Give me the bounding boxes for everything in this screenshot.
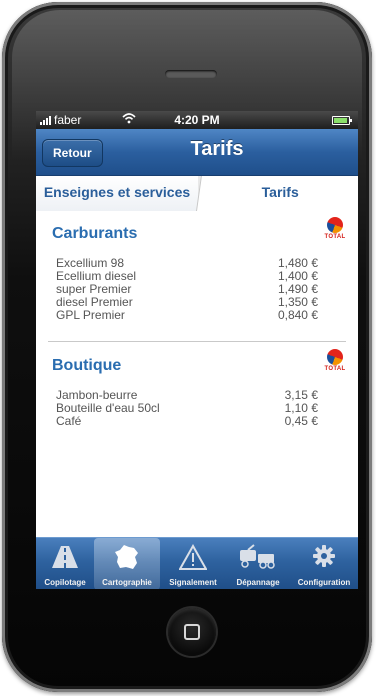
status-time: 4:20 PM bbox=[174, 113, 220, 127]
tab-tarifs[interactable]: Tarifs bbox=[196, 176, 358, 211]
tab-enseignes-et-services[interactable]: Enseignes et services bbox=[36, 176, 198, 213]
total-logo-icon bbox=[327, 349, 343, 365]
tow-truck-icon bbox=[238, 544, 278, 575]
road-icon bbox=[50, 544, 80, 573]
tab-configuration[interactable]: Configuration bbox=[290, 538, 358, 589]
section-title-boutique: Boutique bbox=[52, 357, 122, 374]
total-logo: TOTAL bbox=[322, 217, 348, 245]
warning-icon bbox=[178, 543, 208, 575]
tab-copilotage[interactable]: Copilotage bbox=[36, 538, 94, 589]
price-list-carburants: Excellium 98 1,480 € Ecellium diesel 1,4… bbox=[56, 257, 346, 322]
status-bar: faber 4:20 PM bbox=[36, 111, 358, 129]
tab-cartographie[interactable]: Cartographie bbox=[94, 538, 160, 589]
home-button[interactable] bbox=[168, 608, 216, 656]
list-item: GPL Premier 0,840 € bbox=[56, 308, 318, 322]
segmented-tabs: Enseignes et services Tarifs bbox=[36, 176, 358, 213]
back-button[interactable]: Retour bbox=[42, 139, 103, 167]
france-map-icon bbox=[114, 544, 140, 575]
gear-icon bbox=[312, 544, 336, 573]
speaker-grille bbox=[165, 70, 217, 78]
price-list-boutique: Jambon-beurre 3,15 € Bouteille d'eau 50c… bbox=[56, 389, 346, 428]
tab-depannage[interactable]: Dépannage bbox=[226, 538, 290, 589]
navigation-bar: Retour Tarifs bbox=[36, 129, 358, 176]
page-title: Tarifs bbox=[190, 138, 244, 160]
section-divider bbox=[48, 341, 346, 342]
tab-bar: Copilotage Cartographie Signalement Dépa… bbox=[36, 537, 358, 589]
battery-icon bbox=[332, 116, 352, 125]
list-item: Café 0,45 € bbox=[56, 414, 318, 428]
tariffs-content: Carburants TOTAL Excellium 98 1,480 € Ec… bbox=[36, 211, 358, 537]
app-screen: faber 4:20 PM Retour Tarifs Enseignes et… bbox=[36, 111, 358, 589]
tab-tarifs-label: Tarifs bbox=[262, 184, 300, 200]
section-title-carburants: Carburants bbox=[52, 225, 138, 242]
home-square-icon bbox=[184, 624, 200, 640]
total-logo: TOTAL bbox=[322, 349, 348, 377]
phone-frame: faber 4:20 PM Retour Tarifs Enseignes et… bbox=[2, 2, 372, 692]
tab-signalement[interactable]: Signalement bbox=[160, 538, 226, 589]
total-logo-icon bbox=[327, 217, 343, 233]
